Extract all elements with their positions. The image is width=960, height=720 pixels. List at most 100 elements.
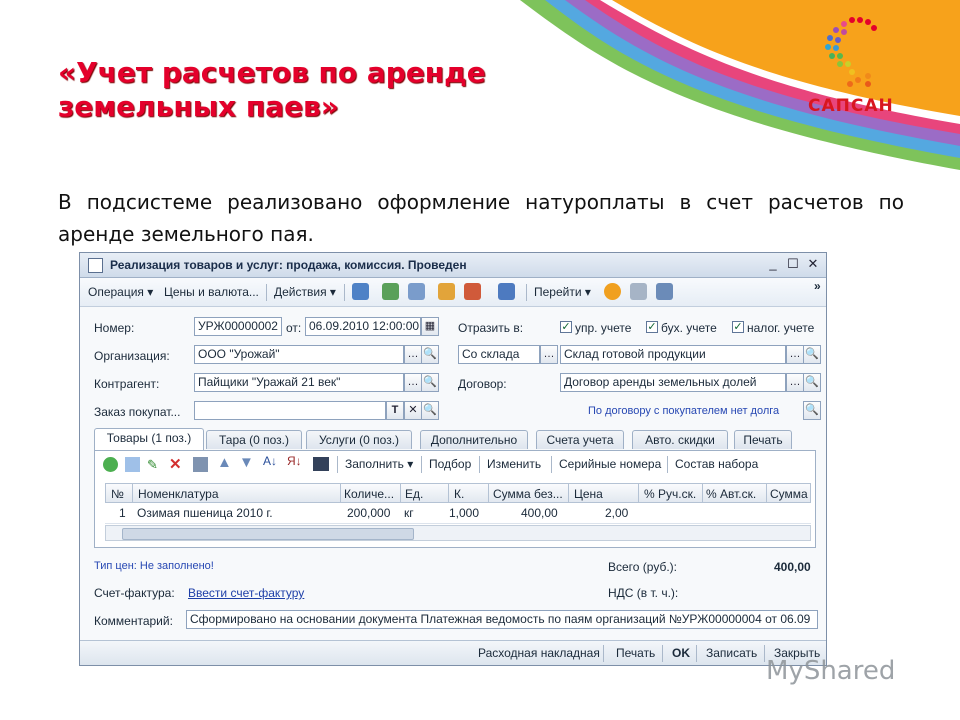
table-row[interactable]: 1 Озимая пшеница 2010 г. 200,000 кг 1,00…: [105, 503, 811, 524]
col-header-sum-without[interactable]: Сумма без...: [493, 487, 563, 501]
tax-accounting-label: налог. учете: [747, 321, 815, 335]
goto-menu[interactable]: Перейти ▾: [534, 285, 591, 299]
goods-grid-header: № Номенклатура Количе... Ед. К. Сумма бе…: [105, 483, 811, 503]
debt-open-icon[interactable]: 🔍: [803, 401, 821, 420]
close-button[interactable]: ✕: [804, 256, 822, 272]
contractor-open-icon[interactable]: 🔍: [421, 373, 439, 392]
from-stock-field[interactable]: Со склада: [458, 345, 540, 364]
col-header-sum[interactable]: Сумма: [770, 487, 808, 501]
col-header-num[interactable]: №: [111, 487, 124, 501]
mgmt-accounting-checkbox[interactable]: ✓: [560, 321, 572, 333]
serial-numbers-button[interactable]: Серийные номера: [559, 457, 661, 471]
accounting-checkbox[interactable]: ✓: [646, 321, 658, 333]
enter-invoice-link[interactable]: Ввести счет-фактуру: [188, 586, 304, 600]
toolbar-separator: [479, 456, 480, 473]
fill-menu[interactable]: Заполнить ▾: [345, 457, 413, 471]
list-icon[interactable]: [630, 283, 647, 300]
comment-field[interactable]: Сформировано на основании документа Плат…: [186, 610, 818, 629]
delete-row-icon[interactable]: ✕: [169, 455, 182, 473]
warehouse-open-icon[interactable]: 🔍: [803, 345, 821, 364]
post-icon[interactable]: [352, 283, 369, 300]
edit-row-icon[interactable]: ✎: [147, 457, 162, 472]
operation-menu[interactable]: Операция ▾: [88, 285, 153, 299]
order-hint-text: По договору с покупателем нет долга: [588, 405, 780, 417]
contract-label: Договор:: [458, 377, 507, 391]
change-button[interactable]: Изменить: [487, 457, 541, 471]
organization-open-icon[interactable]: 🔍: [421, 345, 439, 364]
col-header-manual-discount[interactable]: % Руч.ск.: [644, 487, 696, 501]
save-button[interactable]: Записать: [706, 646, 757, 660]
toolbar-more-button[interactable]: »: [814, 279, 821, 293]
col-divider: [638, 484, 639, 502]
order-field[interactable]: [194, 401, 386, 420]
slide-title-line1: «Учет расчетов по аренде: [58, 56, 486, 89]
contract-field[interactable]: Договор аренды земельных долей: [560, 373, 786, 392]
tab-services[interactable]: Услуги (0 поз.): [306, 430, 412, 449]
watermark: MyShared: [766, 656, 896, 686]
col-divider: [340, 484, 341, 502]
mgmt-accounting-label: упр. учете: [575, 321, 632, 335]
minimize-button[interactable]: _: [764, 256, 782, 271]
col-header-unit[interactable]: Ед.: [405, 487, 423, 501]
select-button[interactable]: Подбор: [429, 457, 471, 471]
contractor-field[interactable]: Пайщики "Уражай 21 век": [194, 373, 404, 392]
date-field[interactable]: 06.09.2010 12:00:00: [305, 317, 421, 336]
order-clear-button[interactable]: ✕: [404, 401, 422, 420]
contract-select-button[interactable]: …: [786, 373, 804, 392]
number-field[interactable]: УРЖ00000002: [194, 317, 282, 336]
tab-print[interactable]: Печать: [734, 430, 792, 449]
order-label: Заказ покупат...: [94, 405, 181, 419]
col-header-qty[interactable]: Количе...: [344, 487, 394, 501]
order-open-icon[interactable]: 🔍: [421, 401, 439, 420]
prices-currency-button[interactable]: Цены и валюта...: [164, 285, 259, 299]
movement-icon[interactable]: [498, 283, 515, 300]
sort-asc-icon[interactable]: A↓: [263, 454, 277, 468]
maximize-button[interactable]: ☐: [784, 256, 802, 272]
set-composition-button[interactable]: Состав набора: [675, 457, 758, 471]
col-header-coef[interactable]: К.: [454, 487, 464, 501]
waybill-button[interactable]: Расходная накладная: [478, 646, 600, 660]
organization-select-button[interactable]: …: [404, 345, 422, 364]
row-name: Озимая пшеница 2010 г.: [137, 506, 273, 520]
copy-row-icon[interactable]: [125, 457, 140, 472]
calendar-icon[interactable]: ▦: [421, 317, 439, 336]
barcode-icon[interactable]: [313, 457, 329, 471]
contract-open-icon[interactable]: 🔍: [803, 373, 821, 392]
move-down-icon[interactable]: ▼: [239, 454, 254, 471]
row-sum-without: 400,00: [521, 506, 558, 520]
horizontal-scrollbar[interactable]: [105, 525, 811, 541]
actions-menu[interactable]: Действия ▾: [274, 285, 336, 299]
add-row-icon[interactable]: [103, 457, 118, 472]
warehouse-select-button[interactable]: …: [786, 345, 804, 364]
logo-text: САПСАН: [808, 96, 894, 116]
ok-button[interactable]: OK: [672, 646, 690, 660]
contractor-select-button[interactable]: …: [404, 373, 422, 392]
scrollbar-thumb[interactable]: [122, 528, 414, 540]
move-up-icon[interactable]: ▲: [217, 454, 232, 471]
copy-icon[interactable]: [408, 283, 425, 300]
slide-subtitle: В подсистеме реализовано оформление нату…: [58, 190, 904, 246]
tab-auto-discounts[interactable]: Авто. скидки: [632, 430, 728, 449]
tab-accounts[interactable]: Счета учета: [536, 430, 624, 449]
help-icon[interactable]: [604, 283, 621, 300]
col-header-name[interactable]: Номенклатура: [138, 487, 219, 501]
print-button[interactable]: Печать: [616, 646, 655, 660]
refresh-icon[interactable]: [382, 283, 399, 300]
structure-icon[interactable]: [464, 283, 481, 300]
row-unit: кг: [404, 506, 414, 520]
text-type-icon[interactable]: T: [386, 401, 404, 420]
warehouse-field[interactable]: Склад готовой продукции: [560, 345, 786, 364]
tax-accounting-checkbox[interactable]: ✓: [732, 321, 744, 333]
organization-field[interactable]: ООО "Урожай": [194, 345, 404, 364]
window-titlebar[interactable]: Реализация товаров и услуг: продажа, ком…: [80, 253, 826, 278]
tab-additional[interactable]: Дополнительно: [420, 430, 528, 449]
col-header-price[interactable]: Цена: [574, 487, 603, 501]
col-header-auto-discount[interactable]: % Авт.ск.: [706, 487, 756, 501]
enter-based-icon[interactable]: [438, 283, 455, 300]
from-stock-select-button[interactable]: …: [540, 345, 558, 364]
tab-tara[interactable]: Тара (0 поз.): [206, 430, 302, 449]
sort-desc-icon[interactable]: Я↓: [287, 454, 302, 468]
settings-list-icon[interactable]: [656, 283, 673, 300]
end-edit-icon[interactable]: [193, 457, 208, 472]
tab-goods[interactable]: Товары (1 поз.): [94, 428, 204, 450]
